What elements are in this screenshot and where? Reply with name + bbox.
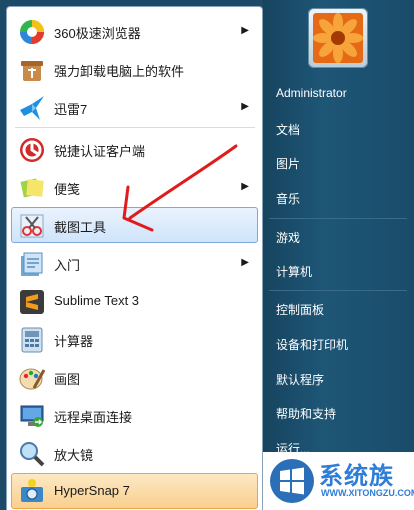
thunder-bird-icon [18, 94, 46, 122]
program-item-paint[interactable]: 画图 [11, 359, 258, 395]
program-label: Sublime Text 3 [54, 293, 140, 308]
pictures-link[interactable]: 图片 [276, 155, 300, 172]
program-item-snipping-tool[interactable]: 截图工具 [11, 207, 258, 243]
submenu-arrow-icon: ▶ [241, 25, 249, 36]
submenu-arrow-icon: ▶ [241, 181, 249, 192]
snipping-tool-icon [18, 212, 46, 240]
program-label: 强力卸载电脑上的软件 [54, 64, 185, 79]
hypersnap-icon [18, 478, 46, 506]
sticky-notes-icon [18, 174, 46, 202]
calculator-icon [18, 326, 46, 354]
submenu-arrow-icon: ▶ [241, 101, 249, 112]
program-item-calculator[interactable]: 计算器 [11, 321, 258, 357]
program-item-sticky-notes[interactable]: 便笺 ▶ [11, 169, 258, 205]
divider [269, 218, 407, 219]
right-pane: Administrator 文档 图片 音乐 游戏 计算机 控制面板 设备和打印… [263, 0, 414, 510]
program-label: 计算器 [54, 334, 94, 349]
uninstall-icon [18, 56, 46, 84]
sublime-text-icon [18, 288, 46, 316]
divider [269, 290, 407, 291]
program-label: 画图 [54, 372, 81, 387]
program-label: 入门 [54, 258, 81, 273]
program-label: 360极速浏览器 [54, 26, 141, 41]
browser-360-icon [18, 18, 46, 46]
program-label: 放大镜 [54, 448, 94, 463]
ruijie-client-icon [18, 136, 46, 164]
program-list: 360极速浏览器 ▶ 强力卸载电脑上的软件 迅雷7 ▶ 锐捷认证客户端 便笺 ▶… [6, 6, 263, 510]
magnifier-icon [18, 440, 46, 468]
program-item-360-browser[interactable]: 360极速浏览器 ▶ [11, 13, 258, 49]
submenu-arrow-icon: ▶ [241, 257, 249, 268]
music-link[interactable]: 音乐 [276, 190, 300, 207]
program-label: 锐捷认证客户端 [54, 144, 146, 159]
watermark-title: 系统族 [319, 463, 394, 490]
games-link[interactable]: 游戏 [276, 229, 300, 246]
getting-started-icon [18, 250, 46, 278]
program-item-getting-started[interactable]: 入门 ▶ [11, 245, 258, 281]
program-item-magnifier[interactable]: 放大镜 [11, 435, 258, 471]
paint-icon [18, 364, 46, 392]
site-watermark: 系统族 WWW.XITONGZU.COM [263, 452, 414, 510]
windows-logo-icon [270, 459, 314, 503]
devices-printers-link[interactable]: 设备和打印机 [276, 336, 348, 353]
computer-link[interactable]: 计算机 [276, 263, 312, 280]
program-item-ruijie[interactable]: 锐捷认证客户端 [11, 131, 258, 167]
program-item-uninstaller[interactable]: 强力卸载电脑上的软件 [11, 51, 258, 87]
program-label: 便笺 [54, 182, 81, 197]
remote-desktop-icon [18, 402, 46, 430]
program-item-hypersnap[interactable]: HyperSnap 7 [11, 473, 258, 509]
program-label: HyperSnap 7 [54, 483, 130, 498]
program-label: 远程桌面连接 [54, 410, 133, 425]
program-item-thunder[interactable]: 迅雷7 ▶ [11, 89, 258, 125]
documents-link[interactable]: 文档 [276, 121, 300, 138]
default-programs-link[interactable]: 默认程序 [276, 371, 324, 388]
program-item-sublime-text[interactable]: Sublime Text 3 [11, 283, 258, 319]
program-label: 迅雷7 [54, 102, 88, 117]
control-panel-link[interactable]: 控制面板 [276, 301, 324, 318]
user-name-link[interactable]: Administrator [276, 86, 347, 100]
divider [15, 127, 255, 128]
program-label: 截图工具 [54, 220, 107, 235]
help-support-link[interactable]: 帮助和支持 [276, 405, 336, 422]
flower-picture-icon [313, 13, 363, 63]
program-item-remote-desktop[interactable]: 远程桌面连接 [11, 397, 258, 433]
user-avatar[interactable] [308, 8, 368, 68]
watermark-url: WWW.XITONGZU.COM [321, 488, 414, 498]
start-menu: 360极速浏览器 ▶ 强力卸载电脑上的软件 迅雷7 ▶ 锐捷认证客户端 便笺 ▶… [0, 0, 414, 510]
